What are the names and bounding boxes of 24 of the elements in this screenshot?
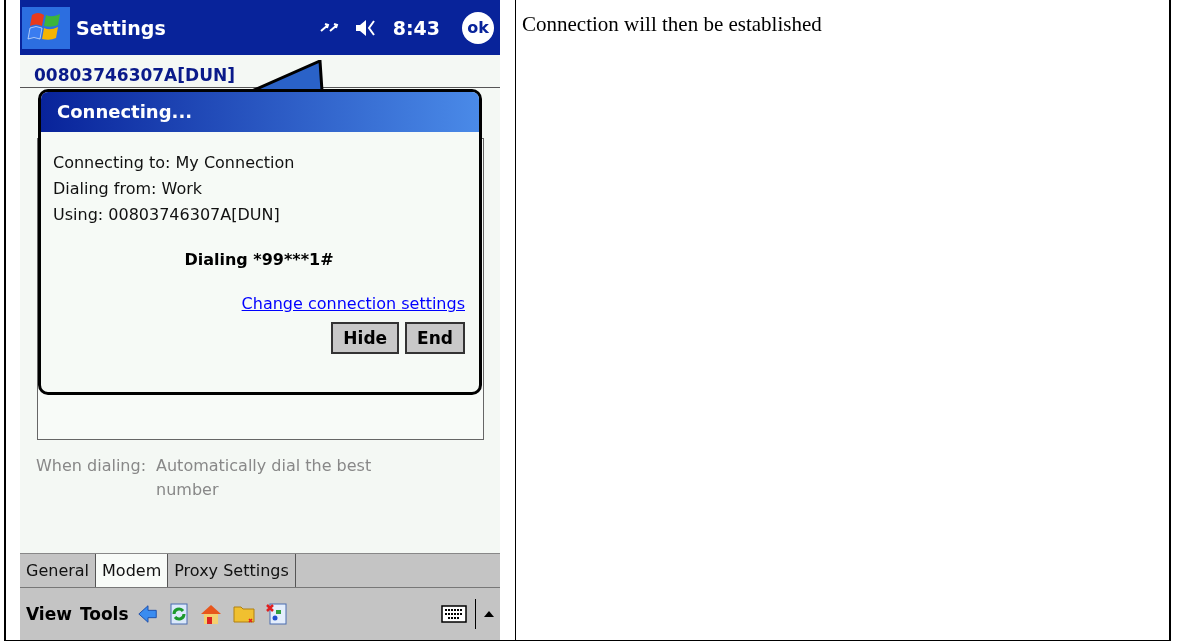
menu-item[interactable]: View: [26, 604, 72, 624]
connection-detail: Using: 00803746307A[DUN]: [53, 204, 281, 226]
ok-button[interactable]: ok: [462, 11, 494, 44]
connection-detail: Dialing from: Work: [53, 178, 204, 200]
dialog-title: Connecting...: [41, 92, 479, 132]
change-settings-link[interactable]: Change connection settings: [241, 294, 465, 314]
connection-detail: Connecting to: My Connection: [53, 152, 296, 174]
tab[interactable]: Modem: [96, 554, 169, 587]
dialog-button[interactable]: Hide: [331, 322, 400, 354]
clock-time[interactable]: 8:43: [392, 16, 440, 39]
dialog-button[interactable]: End: [405, 322, 465, 354]
keyboard-icon[interactable]: [441, 605, 467, 623]
up-caret-icon[interactable]: [484, 611, 494, 617]
option-value: Automatically dial the best number: [156, 455, 373, 501]
option-label: When dialing:: [36, 455, 146, 477]
window-title: Settings: [76, 16, 167, 39]
windows-flag-icon[interactable]: [22, 6, 70, 49]
document-x-icon[interactable]: [264, 602, 289, 626]
speaker-icon[interactable]: [354, 18, 377, 37]
dialing-status: Dialing *99***1#: [184, 249, 334, 271]
menu-item[interactable]: Tools: [79, 604, 129, 624]
caption-text: Connection will then be established: [522, 12, 822, 36]
back-arrow-icon[interactable]: [136, 603, 159, 625]
connection-item[interactable]: 00803746307A[DUN]: [34, 65, 500, 85]
